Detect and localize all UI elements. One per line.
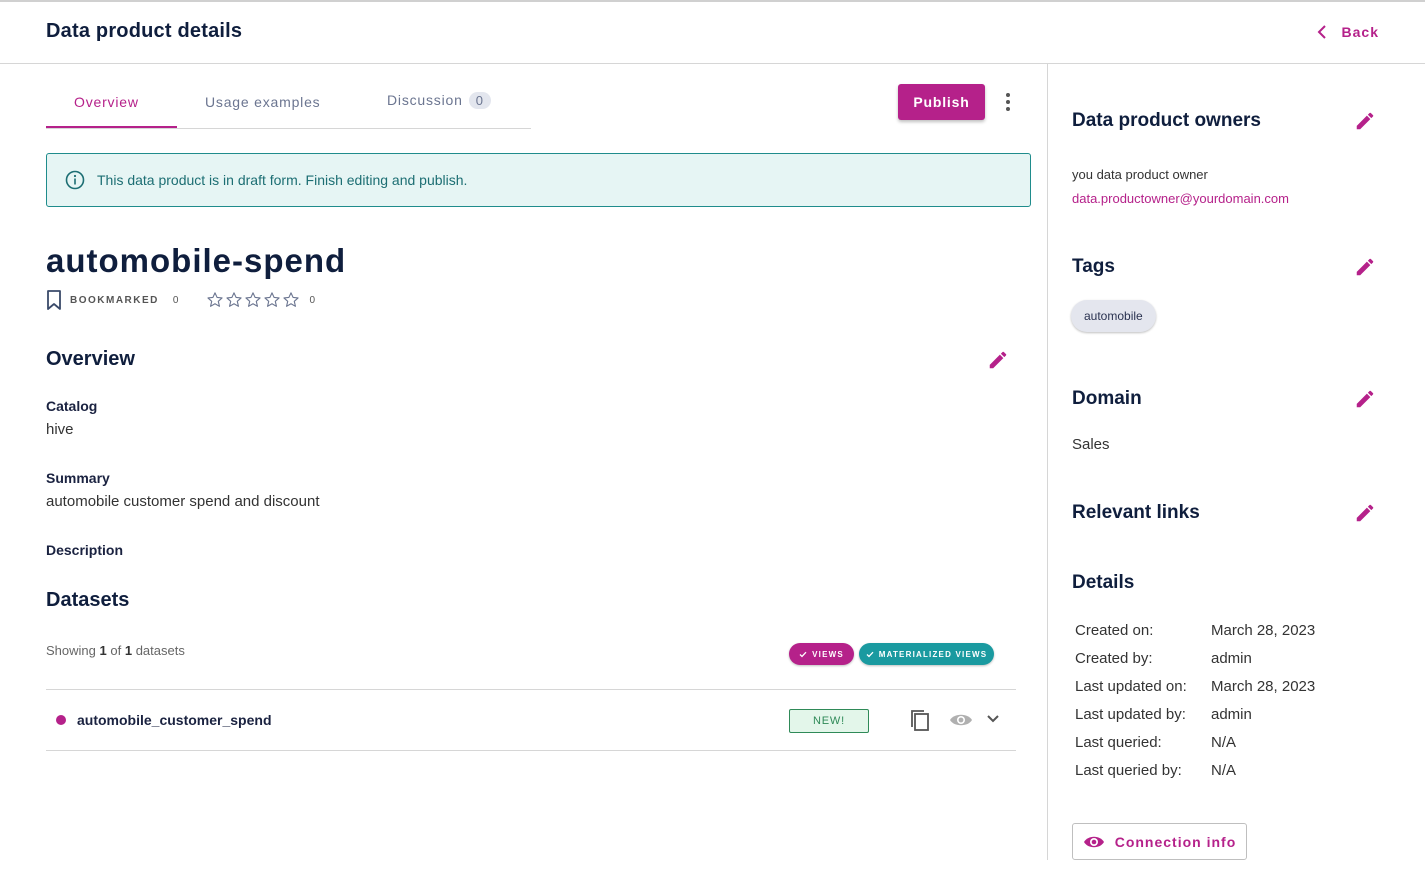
owner-name: you data product owner	[1072, 167, 1208, 182]
filter-chip-materialized-views[interactable]: MATERIALIZED VIEWS	[859, 643, 994, 665]
tab-discussion-label: Discussion	[387, 92, 463, 108]
star-icon[interactable]	[206, 291, 224, 309]
owner-email-link[interactable]: data.productowner@yourdomain.com	[1072, 191, 1289, 206]
new-badge: NEW!	[789, 709, 869, 733]
summary-value: automobile customer spend and discount	[46, 493, 320, 510]
info-icon	[65, 170, 85, 190]
tab-usage-examples-label: Usage examples	[205, 94, 321, 110]
detail-key: Last updated by:	[1075, 705, 1186, 723]
filter-chip-views-label: VIEWS	[812, 649, 844, 659]
product-name: automobile-spend	[46, 242, 347, 279]
detail-row: Last queried by: N/A	[1075, 756, 1315, 784]
eye-icon[interactable]	[949, 712, 973, 728]
page-title: Data product details	[46, 20, 243, 42]
catalog-label: Catalog	[46, 398, 98, 414]
copy-icon[interactable]	[909, 709, 931, 733]
detail-key: Created on:	[1075, 621, 1154, 639]
connection-info-button[interactable]: Connection info	[1072, 823, 1247, 860]
edit-tags-icon[interactable]	[1354, 256, 1376, 278]
detail-key: Created by:	[1075, 649, 1153, 667]
filter-chip-views[interactable]: VIEWS	[789, 643, 854, 665]
banner-message: This data product is in draft form. Fini…	[97, 172, 468, 188]
eye-icon	[1083, 836, 1104, 847]
relevant-links-title: Relevant links	[1072, 502, 1200, 523]
tab-bar: Overview Usage examples Discussion 0	[46, 80, 531, 129]
active-tab-indicator	[46, 126, 177, 128]
dataset-row[interactable]: automobile_customer_spend NEW!	[46, 689, 1016, 751]
detail-row: Created by: admin	[1075, 644, 1315, 672]
summary-label: Summary	[46, 470, 110, 486]
catalog-value: hive	[46, 421, 74, 438]
showing-prefix: Showing	[46, 643, 96, 658]
detail-value: admin	[1211, 649, 1252, 667]
detail-row: Last updated by: admin	[1075, 700, 1315, 728]
detail-key: Last updated on:	[1075, 677, 1187, 695]
tab-overview-label: Overview	[74, 94, 139, 110]
detail-row: Created on: March 28, 2023	[1075, 616, 1315, 644]
description-label: Description	[46, 542, 124, 558]
top-bar: Data product details Back	[0, 0, 1425, 64]
overview-title: Overview	[46, 348, 135, 370]
back-label: Back	[1341, 24, 1379, 40]
publish-button[interactable]: Publish	[898, 84, 985, 120]
edit-domain-icon[interactable]	[1354, 388, 1376, 410]
connection-info-label: Connection info	[1114, 833, 1237, 850]
datasets-count-text: Showing 1 of 1 datasets	[46, 643, 185, 658]
edit-links-icon[interactable]	[1354, 502, 1376, 524]
edit-overview-icon[interactable]	[987, 349, 1009, 371]
star-icon[interactable]	[282, 291, 300, 309]
bookmark-count: 0	[172, 294, 179, 306]
detail-value: admin	[1211, 705, 1252, 723]
star-icon[interactable]	[244, 291, 262, 309]
more-options-icon[interactable]	[998, 90, 1018, 114]
detail-value: N/A	[1211, 733, 1237, 751]
rating-count: 0	[309, 294, 316, 306]
detail-key: Last queried by:	[1075, 761, 1182, 779]
sidebar-divider	[1047, 64, 1048, 860]
back-button[interactable]: Back	[1316, 24, 1379, 40]
star-icon[interactable]	[225, 291, 243, 309]
showing-total: 1	[124, 643, 133, 658]
tab-usage-examples[interactable]: Usage examples	[205, 94, 320, 110]
domain-title: Domain	[1072, 388, 1142, 409]
chevron-left-icon	[1317, 25, 1326, 39]
check-icon	[799, 651, 807, 657]
details-table: Created on: March 28, 2023 Created by: adm…	[1075, 616, 1315, 784]
product-meta: BOOKMARKED 0 0	[46, 289, 315, 311]
chevron-down-icon[interactable]	[986, 714, 1000, 724]
detail-value: N/A	[1211, 761, 1237, 779]
details-title: Details	[1072, 572, 1135, 593]
filter-chip-materialized-views-label: MATERIALIZED VIEWS	[878, 649, 988, 659]
showing-count: 1	[99, 643, 107, 658]
dataset-name[interactable]: automobile_customer_spend	[77, 712, 272, 728]
tags-title: Tags	[1072, 256, 1115, 277]
detail-row: Last updated on: March 28, 2023	[1075, 672, 1315, 700]
draft-info-banner: This data product is in draft form. Fini…	[46, 153, 1031, 207]
tab-overview[interactable]: Overview	[74, 94, 139, 110]
tag-chip[interactable]: automobile	[1071, 300, 1156, 332]
star-icon[interactable]	[263, 291, 281, 309]
detail-value: March 28, 2023	[1211, 621, 1316, 639]
showing-suffix: datasets	[135, 643, 185, 658]
datasets-title: Datasets	[46, 589, 130, 611]
discussion-count-badge: 0	[468, 92, 491, 109]
domain-value: Sales	[1072, 436, 1110, 453]
rating-stars: 0	[206, 291, 315, 309]
detail-row: Last queried: N/A	[1075, 728, 1315, 756]
owners-title: Data product owners	[1072, 110, 1261, 131]
bookmark-button[interactable]: BOOKMARKED 0	[46, 290, 178, 310]
edit-owners-icon[interactable]	[1354, 110, 1376, 132]
dataset-status-dot	[56, 715, 66, 725]
tab-discussion[interactable]: Discussion 0	[387, 92, 491, 109]
detail-value: March 28, 2023	[1211, 677, 1316, 695]
detail-key: Last queried:	[1075, 733, 1162, 751]
bookmark-label: BOOKMARKED	[70, 294, 159, 306]
bookmark-icon	[47, 290, 61, 310]
check-icon	[866, 651, 874, 657]
showing-of: of	[110, 643, 122, 658]
